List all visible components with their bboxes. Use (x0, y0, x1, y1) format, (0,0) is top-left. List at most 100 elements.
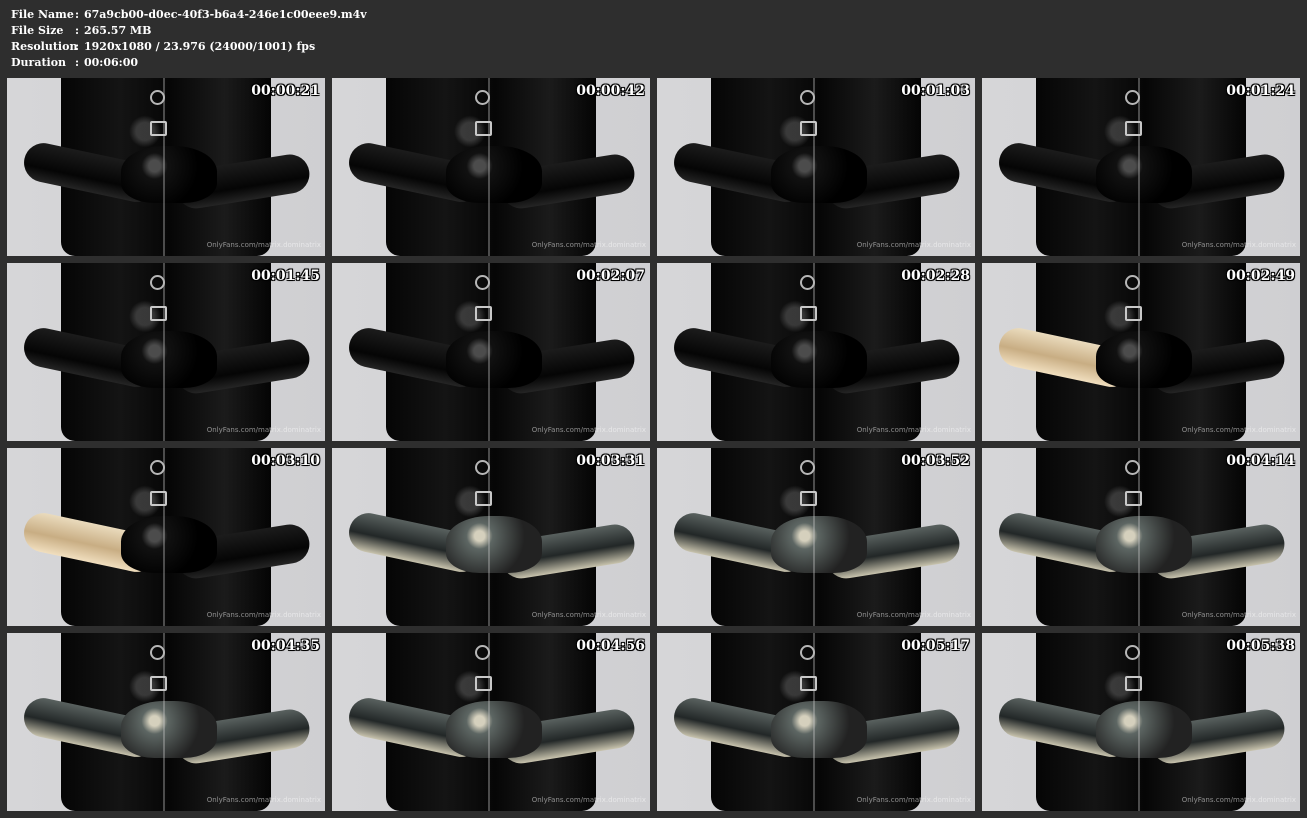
harness-line (162, 78, 165, 256)
hands (771, 330, 867, 388)
thumbnail-watermark: OnlyFans.com/matrix.dominatrix (531, 611, 646, 619)
video-thumbnail: 00:03:10 OnlyFans.com/matrix.dominatrix (7, 448, 325, 626)
harness-line (1137, 448, 1140, 626)
video-thumbnail: 00:05:17 OnlyFans.com/matrix.dominatrix (657, 633, 975, 811)
thumbnail-timestamp: 00:04:14 (1226, 453, 1295, 469)
thumbnail-timestamp: 00:00:21 (251, 83, 320, 99)
thumbnail-watermark: OnlyFans.com/matrix.dominatrix (206, 426, 321, 434)
thumbnail-watermark: OnlyFans.com/matrix.dominatrix (856, 426, 971, 434)
harness-line (487, 448, 490, 626)
file-name-value: 67a9cb00-d0ec-40f3-b6a4-246e1c00eee9.m4v (84, 8, 367, 21)
harness-buckle (1125, 305, 1143, 321)
thumbnail-timestamp: 00:03:10 (251, 453, 320, 469)
resolution-value: 1920x1080 / 23.976 (24000/1001) fps (84, 40, 316, 53)
harness-line (1137, 633, 1140, 811)
harness-line (812, 263, 815, 441)
hands (121, 145, 217, 203)
thumbnail-timestamp: 00:02:28 (901, 268, 970, 284)
harness-line (162, 448, 165, 626)
harness-line (487, 633, 490, 811)
harness-line (487, 78, 490, 256)
file-name-row: File Name : 67a9cb00-d0ec-40f3-b6a4-246e… (11, 7, 367, 23)
thumbnail-watermark: OnlyFans.com/matrix.dominatrix (1181, 241, 1296, 249)
thumbnail-timestamp: 00:01:45 (251, 268, 320, 284)
resolution-separator: : (75, 40, 80, 53)
hands (121, 515, 217, 573)
video-thumbnail: 00:01:45 OnlyFans.com/matrix.dominatrix (7, 263, 325, 441)
thumbnail-watermark: OnlyFans.com/matrix.dominatrix (856, 796, 971, 804)
resolution-label: Resolution (11, 40, 78, 53)
video-thumbnail: 00:04:35 OnlyFans.com/matrix.dominatrix (7, 633, 325, 811)
thumbnail-timestamp: 00:04:56 (576, 638, 645, 654)
harness-line (487, 263, 490, 441)
hands (771, 145, 867, 203)
hands (1096, 145, 1192, 203)
video-thumbnail: 00:03:52 OnlyFans.com/matrix.dominatrix (657, 448, 975, 626)
thumbnail-watermark: OnlyFans.com/matrix.dominatrix (856, 241, 971, 249)
video-thumbnail: 00:05:38 OnlyFans.com/matrix.dominatrix (982, 633, 1300, 811)
thumbnail-timestamp: 00:04:35 (251, 638, 320, 654)
harness-line (1137, 263, 1140, 441)
hands (121, 700, 217, 758)
harness-buckle (800, 490, 818, 506)
harness-buckle (475, 120, 493, 136)
harness-buckle (150, 305, 168, 321)
harness-buckle (475, 490, 493, 506)
harness-line (162, 633, 165, 811)
file-name-label: File Name (11, 8, 74, 21)
thumbnail-timestamp: 00:03:31 (576, 453, 645, 469)
video-file-info: File Name : 67a9cb00-d0ec-40f3-b6a4-246e… (11, 7, 367, 71)
harness-buckle (475, 305, 493, 321)
hands (446, 700, 542, 758)
harness-line (162, 263, 165, 441)
duration-separator: : (75, 56, 80, 69)
thumbnail-watermark: OnlyFans.com/matrix.dominatrix (531, 796, 646, 804)
thumbnail-timestamp: 00:02:49 (1226, 268, 1295, 284)
harness-buckle (150, 490, 168, 506)
file-size-separator: : (75, 24, 80, 37)
hands (446, 330, 542, 388)
hands (1096, 515, 1192, 573)
hands (771, 515, 867, 573)
thumbnail-watermark: OnlyFans.com/matrix.dominatrix (531, 241, 646, 249)
file-size-row: File Size : 265.57 MB (11, 23, 367, 39)
harness-line (1137, 78, 1140, 256)
duration-value: 00:06:00 (84, 56, 139, 69)
thumbnail-watermark: OnlyFans.com/matrix.dominatrix (1181, 796, 1296, 804)
hands (771, 700, 867, 758)
harness-buckle (800, 675, 818, 691)
thumbnail-watermark: OnlyFans.com/matrix.dominatrix (1181, 426, 1296, 434)
thumbnail-watermark: OnlyFans.com/matrix.dominatrix (206, 241, 321, 249)
hands (446, 515, 542, 573)
video-thumbnail: 00:04:56 OnlyFans.com/matrix.dominatrix (332, 633, 650, 811)
harness-buckle (800, 305, 818, 321)
harness-line (812, 78, 815, 256)
hands (1096, 330, 1192, 388)
thumbnail-timestamp: 00:01:03 (901, 83, 970, 99)
thumbnail-grid: 00:00:21 OnlyFans.com/matrix.dominatrix … (7, 78, 1300, 811)
harness-buckle (475, 675, 493, 691)
thumbnail-watermark: OnlyFans.com/matrix.dominatrix (856, 611, 971, 619)
video-thumbnail: 00:00:42 OnlyFans.com/matrix.dominatrix (332, 78, 650, 256)
harness-line (812, 448, 815, 626)
harness-buckle (1125, 120, 1143, 136)
file-name-separator: : (75, 8, 80, 21)
hands (121, 330, 217, 388)
video-thumbnail: 00:04:14 OnlyFans.com/matrix.dominatrix (982, 448, 1300, 626)
file-size-value: 265.57 MB (84, 24, 152, 37)
harness-buckle (1125, 490, 1143, 506)
thumbnail-timestamp: 00:05:17 (901, 638, 970, 654)
video-thumbnail: 00:03:31 OnlyFans.com/matrix.dominatrix (332, 448, 650, 626)
thumbnail-watermark: OnlyFans.com/matrix.dominatrix (1181, 611, 1296, 619)
duration-row: Duration : 00:06:00 (11, 55, 367, 71)
video-thumbnail: 00:01:24 OnlyFans.com/matrix.dominatrix (982, 78, 1300, 256)
video-thumbnail: 00:02:28 OnlyFans.com/matrix.dominatrix (657, 263, 975, 441)
thumbnail-timestamp: 00:01:24 (1226, 83, 1295, 99)
harness-buckle (800, 120, 818, 136)
thumbnail-timestamp: 00:02:07 (576, 268, 645, 284)
video-thumbnail: 00:02:07 OnlyFans.com/matrix.dominatrix (332, 263, 650, 441)
thumbnail-timestamp: 00:00:42 (576, 83, 645, 99)
video-thumbnail: 00:00:21 OnlyFans.com/matrix.dominatrix (7, 78, 325, 256)
harness-buckle (150, 675, 168, 691)
thumbnail-watermark: OnlyFans.com/matrix.dominatrix (206, 796, 321, 804)
